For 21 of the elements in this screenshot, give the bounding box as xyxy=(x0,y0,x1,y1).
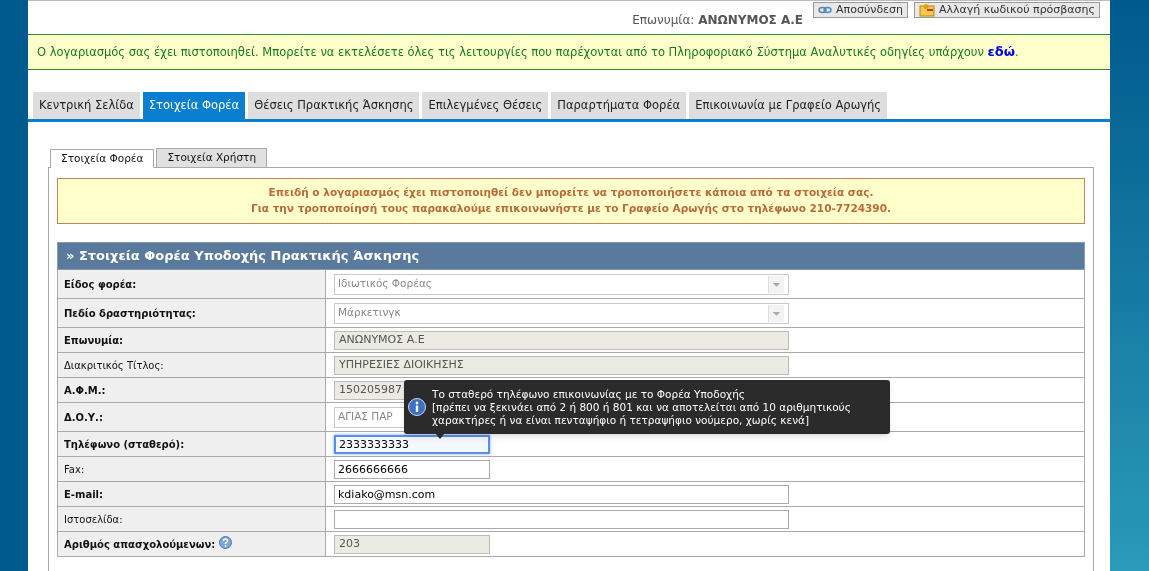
readonly-field: 203 xyxy=(334,534,490,554)
tooltip-text: Το σταθερό τηλέφωνο επικοινωνίας με το Φορέα Υποδοχής xyxy=(432,387,746,401)
readonly-field: ΑΝΩΝΥΜΟΣ Α.Ε xyxy=(334,330,789,350)
field-label: Αριθμός απασχολούμενων: xyxy=(64,537,216,552)
company-name-text: Επωνυμία: ΑΝΩΝΥΜΟΣ Α.Ε xyxy=(632,12,804,29)
section-header: » Στοιχεία Φορέα Υποδοχής Πρακτικής Άσκησης xyxy=(57,242,1085,270)
verification-notice: Ο λογαριασμός σας έχει πιστοποιηθεί. Μπορείτε να εκτελέσετε όλες τις λειτουργίες που παρέχονται από το Πληροφοριακό Σύστημα Αναλυτικές οδηγίες υπάρχουν εδώ. xyxy=(37,43,1019,62)
field-label: E-mail: xyxy=(64,487,103,502)
field-label: Διακριτικός Τίτλος: xyxy=(64,358,164,373)
readonly-field: ΥΠΗΡΕΣΙΕΣ ΔΙΟΙΚΗΣΗΣ xyxy=(334,355,789,375)
warning-text: Επειδή ο λογαριασμός έχει πιστοποιηθεί δεν μπορείτε να τροποποιήσετε κάποια από τα στοιχεία σας. xyxy=(268,185,874,201)
field-label: Α.Φ.Μ.: xyxy=(64,383,106,398)
field-label: Δ.Ο.Υ.: xyxy=(64,410,103,425)
tooltip-text: [πρέπει να ξεκινάει από 2 ή 800 ή 801 και να αποτελείται από 10 αριθμητικούς χαρακτήρες ή να είναι πενταψήφιο ή τετραψήφιο νούμερο, χωρίς κενά] xyxy=(432,400,852,427)
warning-text: Για την τροποποίησή τους παρακαλούμε επικοινωνήστε με το Γραφείο Αρωγής στο τηλέφωνο 210-7724390. xyxy=(251,201,891,216)
field-label: Ιστοσελίδα: xyxy=(64,512,123,527)
field-label: Πεδίο δραστηριότητας: xyxy=(64,306,196,321)
field-label: Είδος φορέα: xyxy=(64,277,137,292)
field-label: Τηλέφωνο (σταθερό): xyxy=(64,437,185,452)
field-label: Επωνυμία: xyxy=(64,333,124,348)
field-label: Fax: xyxy=(64,462,85,477)
